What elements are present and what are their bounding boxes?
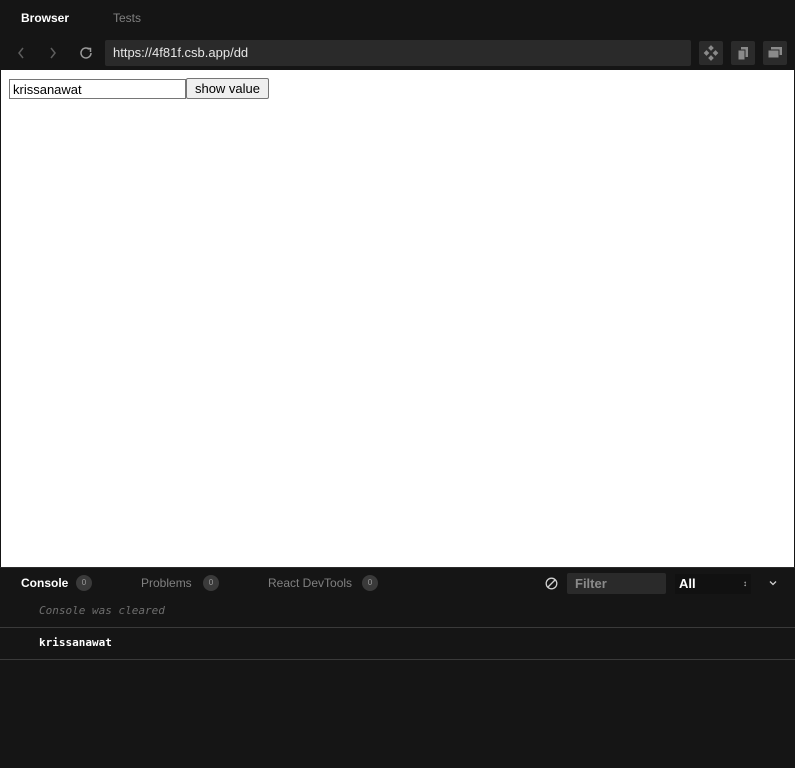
tab-tests[interactable]: Tests bbox=[113, 11, 141, 25]
chevron-left-icon bbox=[18, 47, 24, 59]
show-value-button[interactable]: show value bbox=[186, 78, 269, 99]
console-output: Console was cleared krissanawat bbox=[0, 597, 795, 768]
codesandbox-button[interactable] bbox=[699, 41, 723, 65]
preview-frame: show value bbox=[1, 70, 794, 567]
problems-count-badge: 0 bbox=[203, 575, 219, 591]
chevron-right-icon bbox=[50, 47, 56, 59]
devtools-count-badge: 0 bbox=[362, 575, 378, 591]
tab-problems[interactable]: Problems bbox=[141, 576, 192, 590]
copy-button[interactable] bbox=[731, 41, 755, 65]
console-count-badge: 0 bbox=[76, 575, 92, 591]
copy-icon bbox=[737, 47, 748, 61]
tab-console[interactable]: Console bbox=[21, 576, 68, 590]
open-window-icon bbox=[767, 47, 782, 59]
codesandbox-icon bbox=[703, 45, 719, 61]
refresh-icon bbox=[80, 47, 92, 59]
filter-input[interactable] bbox=[567, 573, 666, 594]
top-tab-bar: Browser Tests bbox=[0, 0, 795, 36]
name-input[interactable] bbox=[9, 79, 186, 99]
back-button[interactable] bbox=[11, 43, 31, 63]
clear-console-icon[interactable] bbox=[545, 577, 558, 590]
log-level-value: All bbox=[679, 576, 696, 591]
navigation-bar: https://4f81f.csb.app/dd bbox=[0, 36, 795, 70]
forward-button[interactable] bbox=[43, 43, 63, 63]
refresh-button[interactable] bbox=[76, 43, 96, 63]
chevron-down-icon[interactable] bbox=[767, 577, 779, 589]
console-tab-bar: Console 0 Problems 0 React DevTools 0 Al… bbox=[0, 567, 795, 597]
select-arrows-icon: ↕ bbox=[743, 579, 747, 588]
tab-browser[interactable]: Browser bbox=[21, 11, 69, 25]
log-level-select[interactable]: All ↕ bbox=[675, 574, 751, 594]
log-entry: krissanawat bbox=[0, 628, 795, 660]
console-cleared-message: Console was cleared bbox=[0, 597, 795, 628]
url-input[interactable]: https://4f81f.csb.app/dd bbox=[105, 40, 691, 66]
open-window-button[interactable] bbox=[763, 41, 787, 65]
tab-react-devtools[interactable]: React DevTools bbox=[268, 576, 352, 590]
